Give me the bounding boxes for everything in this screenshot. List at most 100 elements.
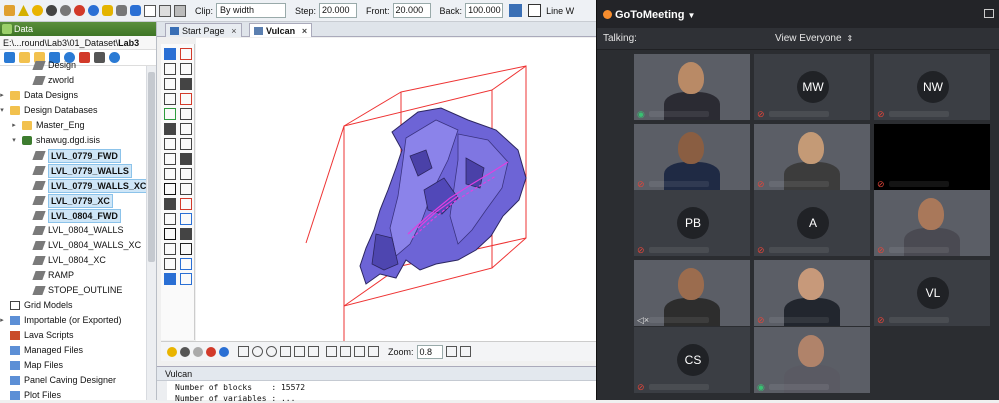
participant-tile[interactable]: CS ⊘ bbox=[634, 327, 750, 393]
collapsed-arrow-icon[interactable]: ▸ bbox=[0, 88, 6, 103]
select-pointer-icon[interactable] bbox=[238, 346, 249, 357]
arc-icon[interactable] bbox=[164, 138, 176, 150]
step-input[interactable]: 20.000 bbox=[319, 3, 358, 18]
cylinder-icon[interactable] bbox=[102, 5, 113, 16]
tree-item[interactable]: Lava Scripts bbox=[0, 328, 156, 343]
page-icon[interactable] bbox=[164, 273, 176, 285]
tree-item[interactable]: LVL_0779_FWD bbox=[0, 148, 156, 163]
pen-icon[interactable] bbox=[164, 213, 176, 225]
crosshair-icon[interactable] bbox=[266, 346, 277, 357]
image-icon[interactable] bbox=[164, 108, 176, 120]
polyline-icon[interactable] bbox=[180, 78, 192, 90]
tree-item[interactable]: Grid Models bbox=[0, 298, 156, 313]
box-icon[interactable] bbox=[144, 4, 156, 17]
sphere-icon[interactable] bbox=[219, 346, 229, 357]
sphere-icon[interactable] bbox=[167, 346, 177, 357]
tree-item[interactable]: zworld bbox=[0, 73, 156, 88]
hatch-icon[interactable] bbox=[368, 346, 379, 357]
tree-item[interactable]: LVL_0779_WALLS_XC bbox=[0, 178, 156, 193]
arc-tool-icon[interactable] bbox=[180, 198, 192, 210]
text-angle-icon[interactable] bbox=[164, 243, 176, 255]
participant-tile[interactable]: MW ⊘ bbox=[754, 54, 870, 120]
close-icon[interactable] bbox=[180, 48, 192, 60]
flip-icon[interactable] bbox=[180, 183, 192, 195]
sphere-icon[interactable] bbox=[193, 346, 203, 357]
cross-box-icon[interactable] bbox=[180, 228, 192, 240]
tree-item[interactable]: Plot Files bbox=[0, 388, 156, 400]
path-breadcrumb[interactable]: E:\...round\Lab3\01_Dataset\Lab3 bbox=[0, 36, 156, 50]
line-icon[interactable] bbox=[164, 78, 176, 90]
triangulation-icon[interactable] bbox=[308, 346, 319, 357]
scrollbar-thumb[interactable] bbox=[148, 72, 155, 262]
participant-tile[interactable]: ⊘ bbox=[874, 124, 990, 190]
corner-icon[interactable] bbox=[164, 93, 176, 105]
participant-tile[interactable]: ⊘ bbox=[634, 124, 750, 190]
close-icon[interactable]: × bbox=[302, 24, 307, 38]
text-icon[interactable] bbox=[164, 183, 176, 195]
point-icon[interactable] bbox=[164, 63, 176, 75]
flag-icon[interactable] bbox=[180, 213, 192, 225]
triangle-icon[interactable] bbox=[18, 5, 29, 16]
sphere-icon[interactable] bbox=[206, 346, 216, 357]
back-input[interactable]: 100.000 bbox=[465, 3, 504, 18]
participant-tile[interactable]: ◉ bbox=[754, 327, 870, 393]
grid-icon[interactable] bbox=[294, 346, 305, 357]
participant-tile[interactable]: ⊘ bbox=[754, 260, 870, 326]
edit-point-icon[interactable] bbox=[180, 108, 192, 120]
tree-item[interactable]: LVL_0779_WALLS bbox=[0, 163, 156, 178]
tree-item[interactable]: LVL_0804_XC bbox=[0, 253, 156, 268]
sphere-icon[interactable] bbox=[32, 5, 43, 16]
circle-icon[interactable] bbox=[164, 153, 176, 165]
text-icon[interactable] bbox=[326, 346, 337, 357]
text-angle-icon[interactable] bbox=[354, 346, 365, 357]
zoom-reset-icon[interactable] bbox=[445, 346, 457, 357]
snap-icon[interactable] bbox=[180, 93, 192, 105]
expanded-arrow-icon[interactable]: ▾ bbox=[10, 133, 18, 148]
spline-icon[interactable] bbox=[180, 138, 192, 150]
link-icon[interactable] bbox=[180, 168, 192, 180]
new-icon[interactable] bbox=[164, 48, 176, 60]
rotate-icon[interactable] bbox=[164, 198, 176, 210]
participant-tile[interactable]: PB ⊘ bbox=[634, 190, 750, 256]
tree-item[interactable]: Managed Files bbox=[0, 343, 156, 358]
participant-tile[interactable]: NW ⊘ bbox=[874, 54, 990, 120]
sphere-icon[interactable] bbox=[180, 346, 190, 357]
star-icon[interactable] bbox=[164, 168, 176, 180]
line-width-icon[interactable] bbox=[528, 4, 542, 17]
close-icon[interactable]: × bbox=[231, 24, 236, 38]
vulcan-3d-viewport[interactable] bbox=[196, 38, 596, 341]
move-icon[interactable] bbox=[180, 63, 192, 75]
collapsed-arrow-icon[interactable]: ▸ bbox=[0, 313, 6, 328]
tree-item[interactable]: ▸ Importable (or Exported) bbox=[0, 313, 156, 328]
tab-vulcan[interactable]: Vulcan × bbox=[249, 23, 313, 38]
sphere-icon[interactable] bbox=[46, 5, 57, 16]
tree-item[interactable]: RAMP bbox=[0, 268, 156, 283]
tree-item[interactable]: ▸ Master_Eng bbox=[0, 118, 156, 133]
collapsed-arrow-icon[interactable]: ▸ bbox=[10, 118, 18, 133]
crosshair-icon[interactable] bbox=[252, 346, 263, 357]
data-pane-scrollbar[interactable] bbox=[146, 66, 156, 400]
gotomeeting-menu[interactable]: GoToMeeting ▼ bbox=[603, 9, 695, 21]
tree-item[interactable]: ▸ Data Designs bbox=[0, 88, 156, 103]
box-icon[interactable] bbox=[174, 4, 186, 17]
tree-item[interactable]: LVL_0804_WALLS_XC bbox=[0, 238, 156, 253]
tree-item[interactable]: Design bbox=[0, 58, 156, 73]
sphere-icon[interactable] bbox=[60, 5, 71, 16]
maximize-icon[interactable] bbox=[984, 9, 994, 18]
tree-item[interactable]: STOPE_OUTLINE bbox=[0, 283, 156, 298]
tree-item[interactable]: LVL_0779_XC bbox=[0, 193, 156, 208]
text-style-icon[interactable] bbox=[340, 346, 351, 357]
apply-clip-icon[interactable] bbox=[509, 4, 523, 17]
tree-item[interactable]: Map Files bbox=[0, 358, 156, 373]
map-pin-icon[interactable] bbox=[180, 273, 192, 285]
zoom-input[interactable]: 0.8 bbox=[416, 344, 443, 359]
clip-select[interactable]: By width bbox=[216, 3, 287, 18]
sphere-tool-icon[interactable] bbox=[180, 258, 192, 270]
measure-icon[interactable] bbox=[180, 123, 192, 135]
tree-item[interactable]: LVL_0804_WALLS bbox=[0, 223, 156, 238]
sphere-icon[interactable] bbox=[74, 5, 85, 16]
view-icon[interactable] bbox=[459, 346, 471, 357]
box-icon[interactable] bbox=[159, 4, 171, 17]
bomb-icon[interactable] bbox=[180, 243, 192, 255]
participant-tile[interactable]: ◉ bbox=[634, 54, 750, 120]
